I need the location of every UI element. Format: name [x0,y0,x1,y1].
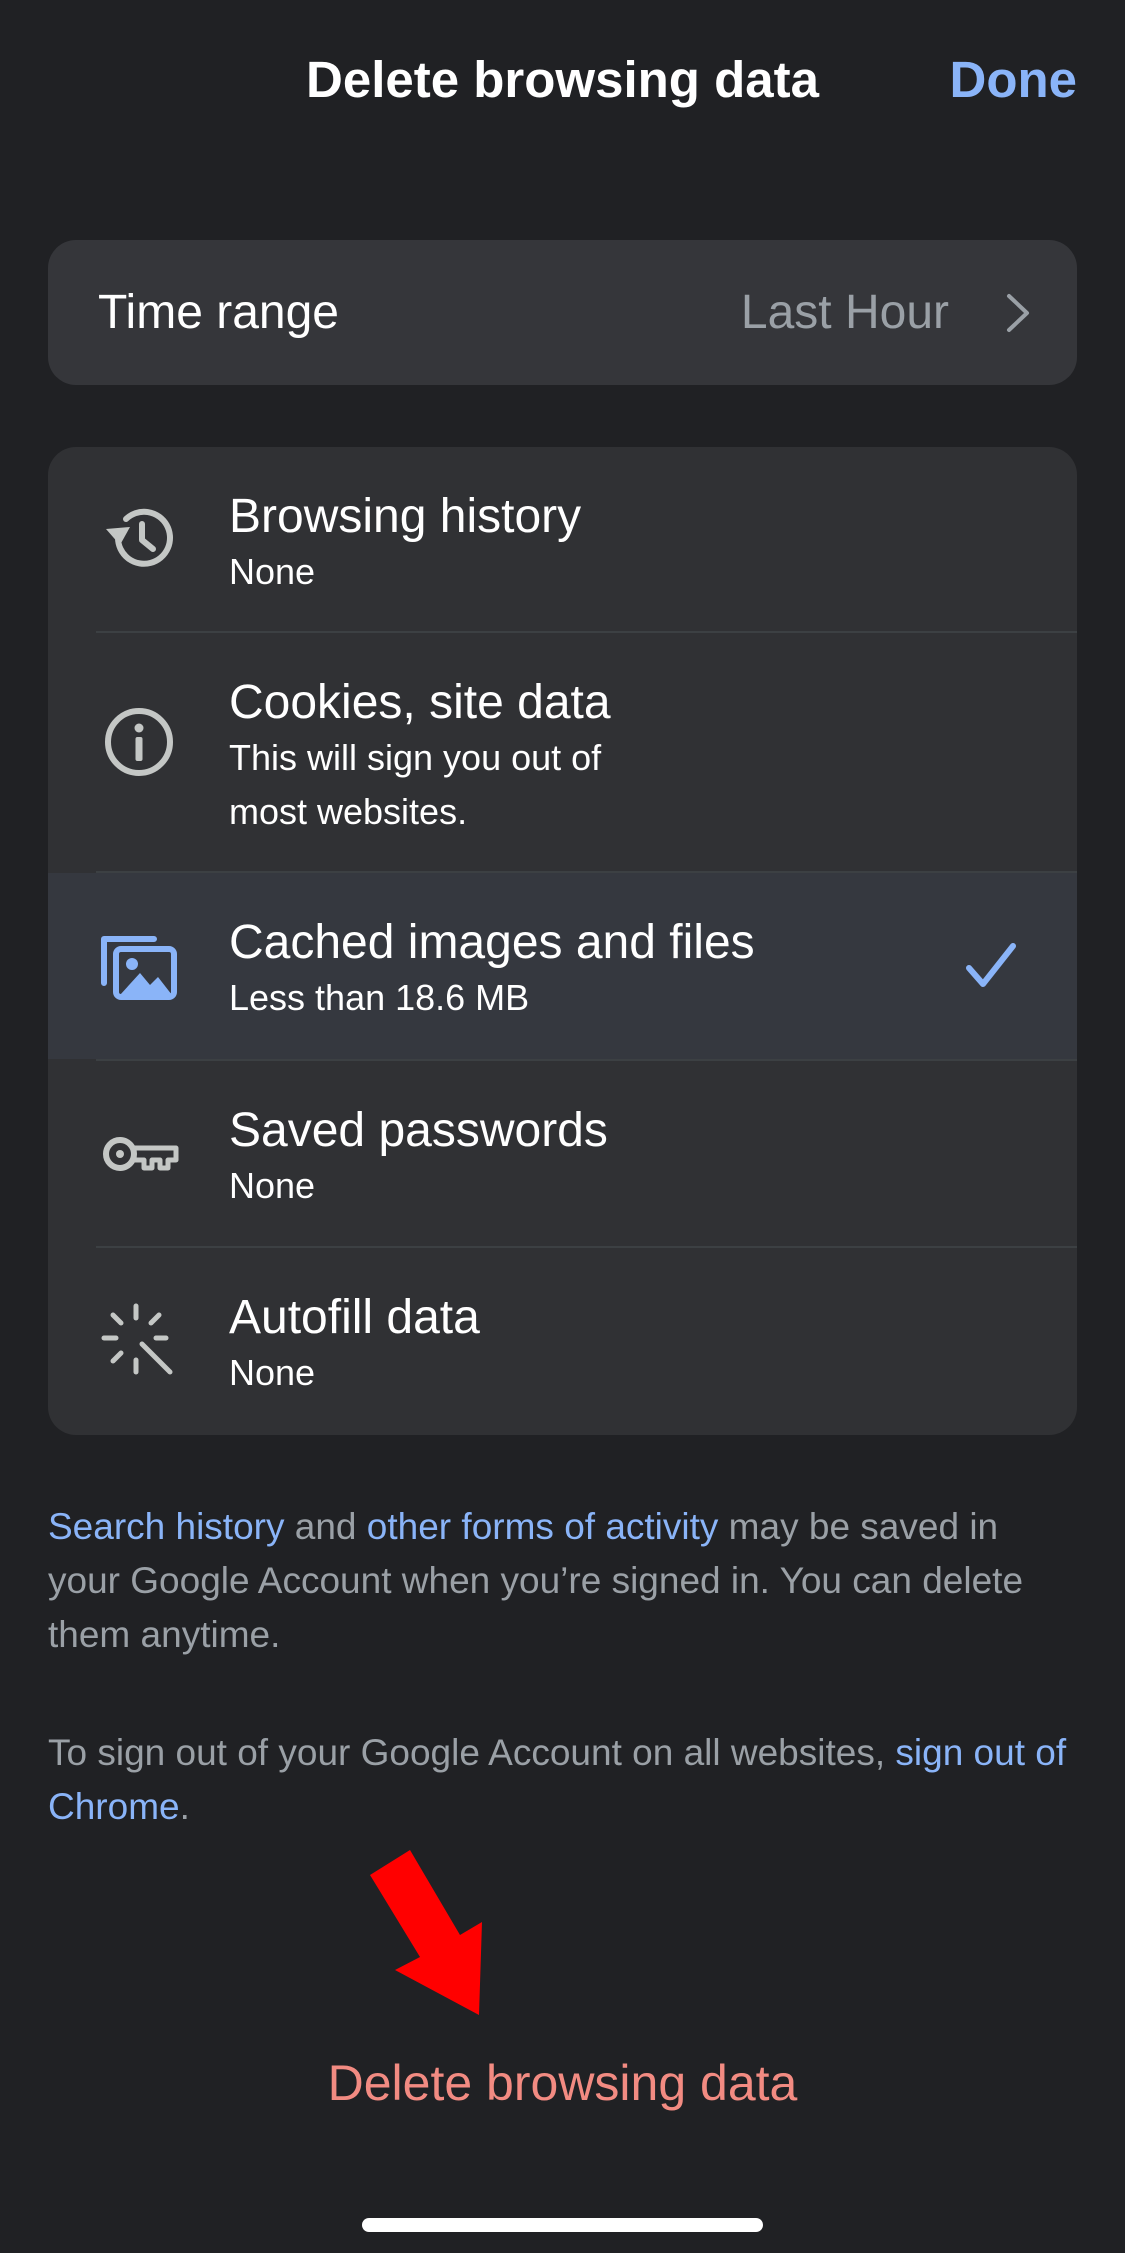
sign-out-note: To sign out of your Google Account on al… [48,1726,1077,1834]
done-button[interactable]: Done [950,50,1078,109]
row-subtitle-line: This will sign you out of [229,737,602,778]
account-activity-note: Search history and other forms of activi… [48,1500,1077,1662]
row-subtitle: Less than 18.6 MB [229,977,530,1018]
row-title: Cookies, site data [229,676,611,729]
annotation-arrow-icon [370,1850,482,2015]
data-type-cached-images[interactable]: Cached images and files Less than 18.6 M… [48,873,1077,1059]
other-activity-link[interactable]: other forms of activity [367,1506,719,1547]
data-types-list: Browsing history None Cookies, site data… [48,447,1077,1435]
note-text: and [284,1506,367,1547]
row-subtitle: None [229,551,316,592]
row-title: Saved passwords [229,1104,608,1157]
time-range-label: Time range [98,286,339,339]
note-text: To sign out of your Google Account on al… [48,1732,896,1773]
time-range-value: Last Hour [740,286,949,339]
key-icon [103,1137,179,1171]
info-icon [105,708,173,776]
magic-wand-icon [101,1303,173,1375]
history-icon [106,508,173,567]
note-text: . [179,1786,190,1827]
row-subtitle: None [229,1165,316,1206]
data-type-browsing-history[interactable]: Browsing history None [48,447,1077,632]
row-title: Autofill data [229,1291,480,1344]
delete-browsing-data-button[interactable]: Delete browsing data [0,2054,1125,2112]
screen: Delete browsing data Done Time range Las… [0,0,1125,2253]
row-title: Browsing history [229,490,582,543]
images-icon [101,936,177,1000]
chevron-right-icon [1007,294,1029,332]
data-type-autofill[interactable]: Autofill data None [48,1248,1077,1435]
row-title: Cached images and files [229,916,755,969]
search-history-link[interactable]: Search history [48,1506,285,1547]
time-range-row[interactable]: Time range Last Hour [48,240,1077,385]
row-subtitle-line: most websites. [229,791,468,832]
home-indicator[interactable] [362,2218,763,2232]
data-type-saved-passwords[interactable]: Saved passwords None [48,1061,1077,1246]
row-subtitle: None [229,1352,316,1393]
data-type-cookies[interactable]: Cookies, site data This will sign you ou… [48,633,1077,871]
checkmark-icon [966,943,1016,987]
row-subtitle: This will sign you out of most websites. [229,731,749,839]
